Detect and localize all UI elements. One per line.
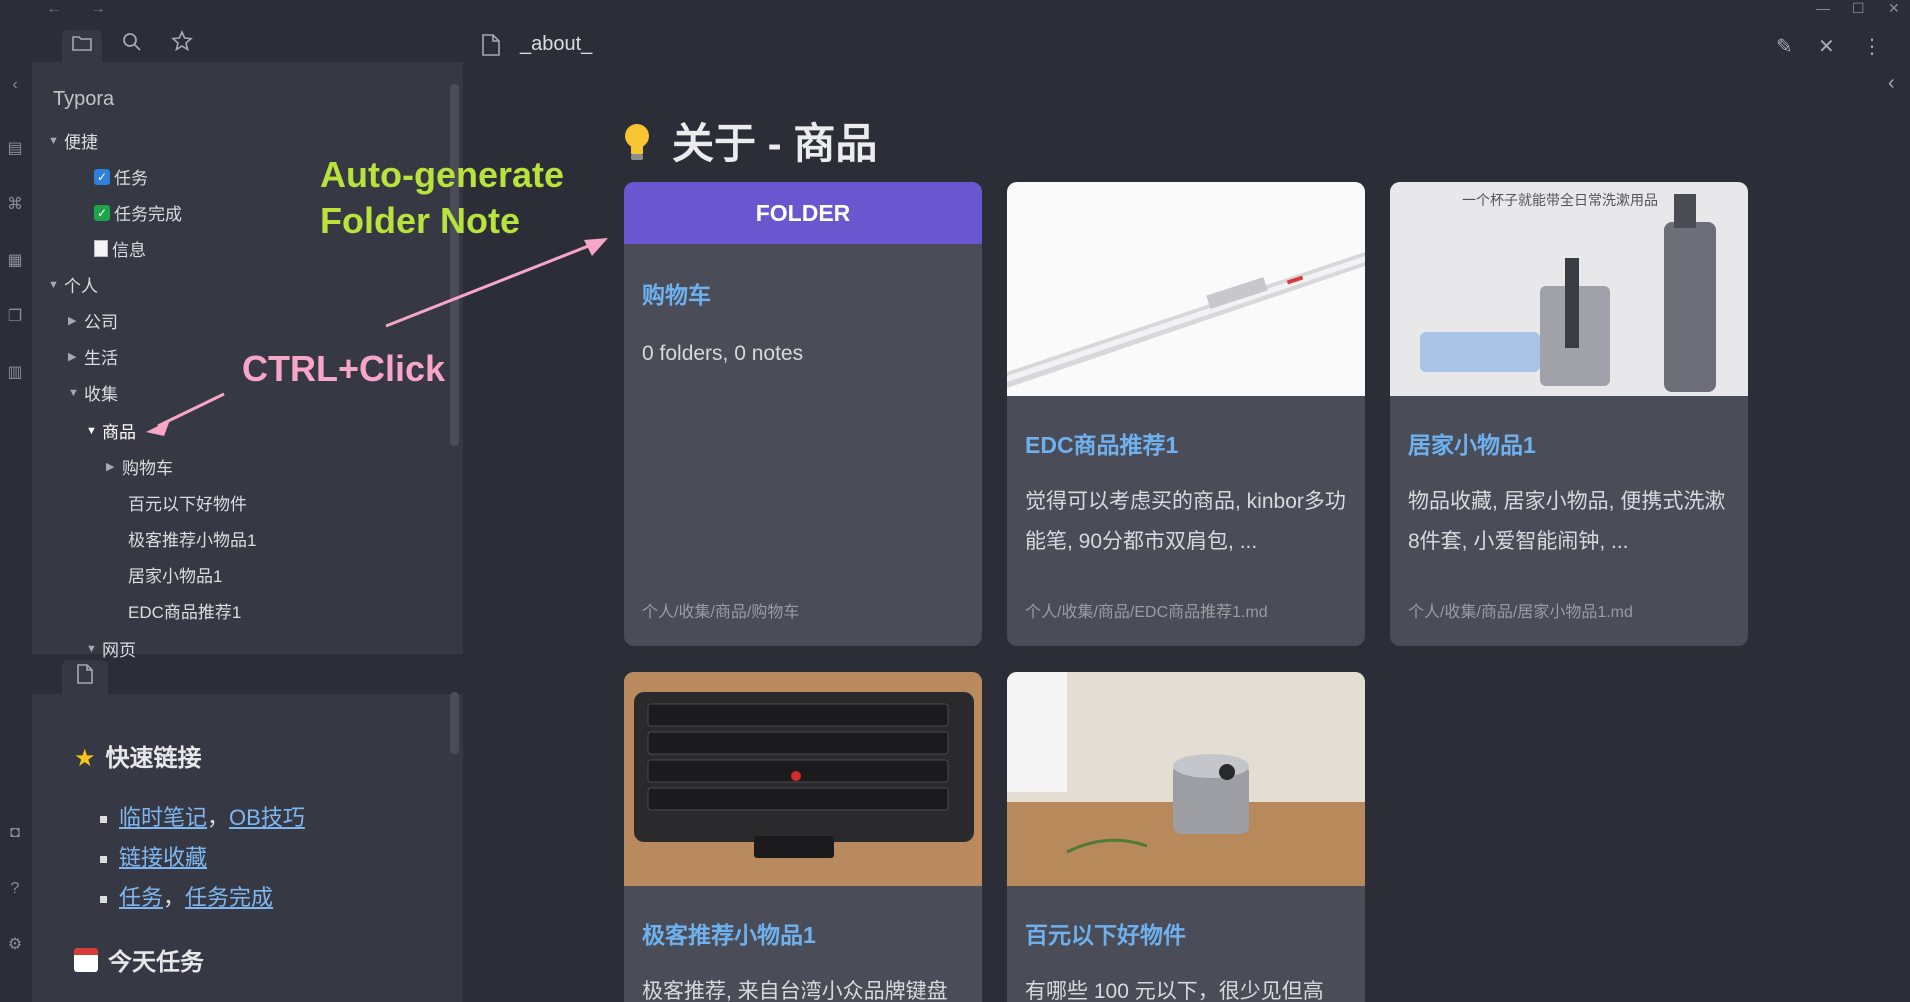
note-card[interactable]: 百元以下好物件 有哪些 100 元以下，很少见但高 [1007,672,1365,1002]
card-path: 个人/收集/商品/EDC商品推荐1.md [1025,604,1268,621]
card-description: 觉得可以考虑买的商品, kinbor多功能笔, 90分都市双肩包, ... [1025,490,1346,553]
note-card[interactable]: EDC商品推荐1 觉得可以考虑买的商品, kinbor多功能笔, 90分都市双肩… [1007,182,1365,646]
arrow-head [146,420,170,436]
card-description: 有哪些 100 元以下，很少见但高 [1025,980,1324,1002]
card-path: 个人/收集/商品/购物车 [642,604,800,621]
card-title[interactable]: EDC商品推荐1 [1025,426,1178,460]
card-description: 0 folders, 0 notes [642,342,804,365]
card-path: 个人/收集/商品/居家小物品1.md [1408,604,1633,621]
arrow-to-folder-card [385,241,597,328]
card-image-pen [1007,182,1365,396]
folder-badge: FOLDER [624,182,982,244]
card-title[interactable]: 极客推荐小物品1 [642,916,816,950]
card-image-timer [1007,672,1365,886]
card-title[interactable]: 居家小物品1 [1408,426,1536,460]
note-card[interactable]: 极客推荐小物品1 极客推荐, 来自台湾小众品牌键盘 [624,672,982,1002]
folder-card[interactable]: FOLDER 购物车 0 folders, 0 notes 个人/收集/商品/购… [624,182,982,646]
card-title[interactable]: 购物车 [642,276,711,310]
card-image-toiletries: 一个杯子就能带全日常洗漱用品 [1390,182,1748,396]
card-description: 物品收藏, 居家小物品, 便携式洗漱8件套, 小爱智能闹钟, ... [1408,490,1726,553]
card-image-keyboard [624,672,982,886]
card-title[interactable]: 百元以下好物件 [1025,916,1186,950]
arrow-head [584,238,608,256]
card-description: 极客推荐, 来自台湾小众品牌键盘 [642,980,948,1002]
note-card[interactable]: 一个杯子就能带全日常洗漱用品 居家小物品1 物品收藏, 居家小物品, 便携式洗漱… [1390,182,1748,646]
